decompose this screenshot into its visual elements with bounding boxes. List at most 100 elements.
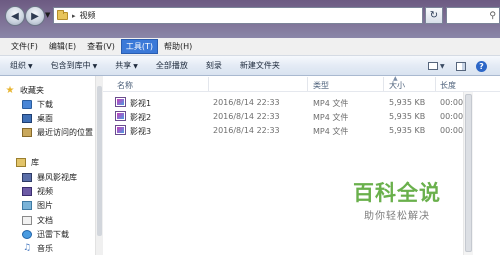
share-button[interactable]: 共享 ▼	[115, 60, 138, 71]
menu-help[interactable]: 帮助(H)	[159, 39, 197, 54]
navigation-pane: ★ 收藏夹 下载 桌面 最近访问的位置 库 暴风影视库 视频 图片 文档 迅雷下…	[0, 76, 103, 255]
pictures-icon	[22, 200, 32, 210]
column-header-size[interactable]: 大小	[389, 80, 405, 91]
folder-icon	[57, 9, 68, 20]
chevron-down-icon: ▼	[440, 62, 445, 70]
change-view-button[interactable]: ▼	[428, 59, 445, 73]
sidebar-item-label: 文档	[37, 215, 53, 225]
sidebar-scrollbar-thumb[interactable]	[97, 86, 102, 236]
file-type: MP4 文件	[313, 127, 349, 136]
back-button[interactable]: ◀	[5, 6, 25, 26]
sidebar-item-label: 视频	[37, 186, 53, 196]
forward-button[interactable]: ▶	[25, 6, 45, 26]
videos-icon	[22, 186, 32, 196]
file-row[interactable]: 影视1 2016/8/14 22:33 MP4 文件 5,935 KB 00:0…	[103, 96, 500, 109]
sidebar-item-label: 最近访问的位置	[37, 127, 93, 137]
media-library-icon	[22, 172, 32, 182]
file-list-scrollbar[interactable]	[463, 92, 473, 255]
file-name: 影视3	[130, 127, 152, 136]
file-list-scrollbar-thumb[interactable]	[465, 94, 472, 252]
column-divider[interactable]	[208, 77, 209, 91]
breadcrumb-current-folder[interactable]: 视频	[80, 10, 96, 21]
file-date: 2016/8/14 22:33	[213, 98, 280, 107]
sidebar-item-favorites[interactable]: ★ 收藏夹	[5, 83, 100, 97]
file-row[interactable]: 影视2 2016/8/14 22:33 MP4 文件 5,935 KB 00:0…	[103, 110, 500, 123]
menu-file[interactable]: 文件(F)	[6, 39, 43, 54]
refresh-icon: ↻	[429, 10, 439, 21]
music-note-icon: ♫	[22, 242, 32, 253]
refresh-button[interactable]: ↻	[425, 7, 443, 24]
file-name: 影视1	[130, 99, 152, 108]
video-file-icon	[115, 125, 126, 135]
breadcrumb-separator-icon[interactable]: ▸	[72, 12, 76, 20]
file-date: 2016/8/14 22:33	[213, 126, 280, 135]
arrow-left-icon: ◀	[11, 10, 19, 22]
include-in-library-button[interactable]: 包含到库中 ▼	[51, 60, 98, 71]
favorites-star-icon: ★	[5, 84, 15, 96]
play-all-button[interactable]: 全部播放	[156, 60, 188, 71]
column-header-length[interactable]: 长度	[440, 80, 456, 91]
file-size: 5,935 KB	[389, 98, 426, 107]
library-icon	[16, 157, 26, 167]
sidebar-item-label: 桌面	[37, 113, 53, 123]
include-in-library-label: 包含到库中	[50, 61, 91, 70]
chevron-down-icon: ▼	[133, 63, 138, 70]
downloads-icon	[22, 99, 32, 109]
command-bar: 组织 ▼ 包含到库中 ▼ 共享 ▼ 全部播放 刻录 新建文件夹 ▼ ?	[0, 56, 500, 76]
menu-bar: 文件(F) 编辑(E) 查看(V) 工具(T) 帮助(H)	[0, 38, 500, 56]
column-header-name[interactable]: 名称	[117, 80, 133, 91]
file-type: MP4 文件	[313, 113, 349, 122]
recent-places-icon	[22, 127, 32, 137]
preview-pane-icon	[456, 61, 466, 71]
desktop-icon	[22, 113, 32, 123]
sidebar-item-label: 库	[31, 157, 39, 167]
help-icon: ?	[476, 60, 487, 72]
sidebar-item-label: 音乐	[37, 243, 53, 253]
menu-edit[interactable]: 编辑(E)	[44, 39, 81, 54]
preview-pane	[473, 92, 500, 255]
chevron-down-icon: ▼	[92, 63, 98, 70]
column-header-type[interactable]: 类型	[313, 80, 329, 91]
arrow-right-icon: ▶	[31, 10, 39, 22]
search-input[interactable]: ⚲	[446, 7, 500, 24]
view-icon	[428, 62, 438, 70]
column-divider[interactable]	[307, 77, 308, 91]
column-divider[interactable]	[435, 77, 436, 91]
address-bar[interactable]: ▸ 视频	[53, 7, 423, 24]
sidebar-item-label: 收藏夹	[20, 85, 44, 95]
recent-pages-dropdown[interactable]: ▼	[45, 11, 50, 19]
file-date: 2016/8/14 22:33	[213, 112, 280, 121]
video-file-icon	[115, 111, 126, 121]
burn-button[interactable]: 刻录	[206, 60, 222, 71]
watermark-subtitle: 助你轻松解决	[364, 211, 430, 222]
share-label: 共享	[115, 61, 132, 70]
search-icon: ⚲	[489, 10, 496, 21]
file-name: 影视2	[130, 113, 152, 122]
video-file-icon	[115, 97, 126, 107]
menu-tools[interactable]: 工具(T)	[120, 39, 158, 54]
organize-button[interactable]: 组织 ▼	[10, 60, 33, 71]
sidebar-item-label: 下载	[37, 99, 53, 109]
chevron-down-icon: ▼	[28, 63, 33, 70]
file-size: 5,935 KB	[389, 126, 426, 135]
watermark-title: 百科全说	[353, 181, 441, 205]
column-divider[interactable]	[383, 77, 384, 91]
help-button[interactable]: ?	[476, 59, 487, 73]
watermark-logo: 百科全说 助你轻松解决	[337, 180, 457, 222]
preview-pane-button[interactable]	[456, 59, 466, 73]
new-folder-button[interactable]: 新建文件夹	[240, 60, 280, 71]
sidebar-item-label: 迅雷下载	[37, 229, 69, 239]
explorer-window: ◀ ▶ ▼ ▸ 视频 ↻ ⚲ 文件(F) 编辑(E) 查看(V) 工具(T) 帮…	[0, 0, 500, 255]
file-list-pane: 名称 类型 ▲ 大小 长度 影视1 2016/8/14 22:33 MP4 文件…	[103, 75, 500, 255]
column-header-row: 名称 类型 ▲ 大小 长度	[103, 75, 500, 92]
documents-icon	[22, 215, 32, 225]
sidebar-scrollbar[interactable]	[95, 76, 103, 255]
file-row[interactable]: 影视3 2016/8/14 22:33 MP4 文件 5,935 KB 00:0…	[103, 124, 500, 137]
navigation-bar: ◀ ▶ ▼ ▸ 视频 ↻ ⚲	[0, 0, 500, 38]
sidebar-item-label: 暴风影视库	[37, 172, 77, 182]
menu-view[interactable]: 查看(V)	[82, 39, 120, 54]
xunlei-icon	[22, 229, 32, 239]
file-type: MP4 文件	[313, 99, 349, 108]
organize-label: 组织	[10, 61, 26, 70]
file-size: 5,935 KB	[389, 112, 426, 121]
